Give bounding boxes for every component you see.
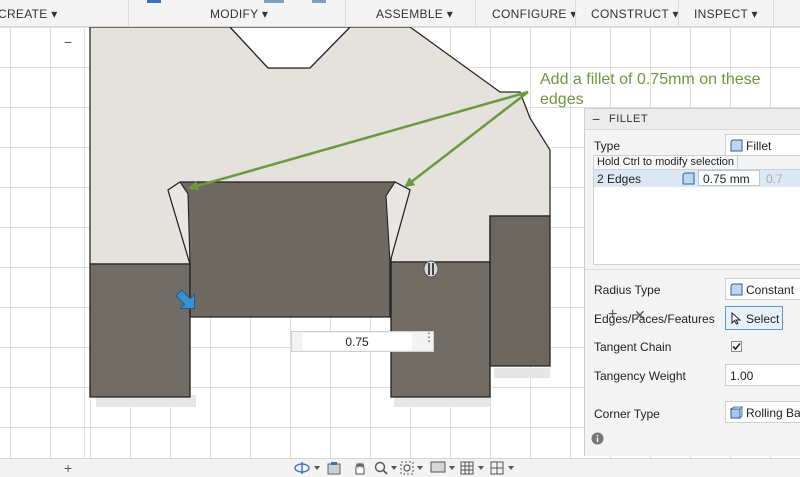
- selection-radius-input[interactable]: [703, 172, 757, 186]
- cursor-arrow-icon: [731, 312, 742, 325]
- pan-hand-icon[interactable]: [352, 461, 370, 475]
- navigation-bar: +: [0, 458, 800, 477]
- fillet-panel-header: − FILLET: [585, 109, 800, 130]
- model-left-block[interactable]: [89, 263, 191, 398]
- annotation-text: Add a fillet of 0.75mm on these edges: [540, 71, 761, 108]
- model-right-block[interactable]: [390, 261, 491, 398]
- toolbar-divider: [475, 0, 476, 26]
- construct-menu[interactable]: CONSTRUCT ▾: [591, 7, 679, 21]
- model-far-right-block[interactable]: [489, 215, 551, 367]
- toolbar-divider: [575, 0, 576, 26]
- selection-secondary-value: 0.7: [766, 172, 783, 186]
- fillet-icon: [730, 139, 743, 152]
- selection-row[interactable]: 2 Edges 0.7: [594, 170, 800, 187]
- tangency-weight-label: Tangency Weight: [594, 369, 686, 383]
- viewports-icon[interactable]: [490, 461, 518, 475]
- tangent-chain-checkbox[interactable]: [731, 341, 742, 352]
- inspect-menu[interactable]: INSPECT ▾: [694, 7, 758, 21]
- type-dropdown[interactable]: Fillet: [725, 134, 800, 156]
- add-browser-item-button[interactable]: +: [64, 460, 72, 476]
- browser-collapse-button[interactable]: −: [64, 34, 72, 50]
- selection-radius-field[interactable]: [698, 170, 760, 186]
- toolbar-divider: [345, 0, 346, 26]
- rolling-ball-icon: [730, 406, 743, 419]
- tangency-weight-input[interactable]: 1.00: [725, 364, 800, 386]
- panel-divider: [585, 269, 800, 270]
- shadow: [494, 368, 550, 378]
- fillet-drag-handle[interactable]: [423, 260, 439, 278]
- create-menu[interactable]: CREATE ▾: [0, 7, 58, 21]
- corner-type-label: Corner Type: [594, 407, 660, 421]
- dimension-more-menu[interactable]: ⋮: [423, 331, 435, 343]
- edges-faces-features-label: Edges/Faces/Features: [594, 312, 715, 326]
- dimension-value-input[interactable]: [302, 333, 412, 350]
- grid-settings-icon[interactable]: [460, 461, 488, 475]
- fillet-radius-icon: [682, 172, 695, 185]
- modify-menu[interactable]: MODIFY ▾: [210, 7, 268, 21]
- toolbar-icon-strip: [147, 0, 161, 3]
- toolbar-divider: [128, 0, 129, 26]
- fillet-collapse-button[interactable]: −: [592, 111, 600, 127]
- assemble-menu[interactable]: ASSEMBLE ▾: [376, 7, 453, 21]
- orbit-icon[interactable]: [294, 461, 324, 475]
- look-at-icon[interactable]: [326, 461, 346, 475]
- fillet-radius-onscreen-input[interactable]: ⋮: [291, 331, 435, 352]
- checkmark-icon: [732, 342, 741, 351]
- toolbar-icon-strip: [312, 0, 326, 3]
- zoom-icon[interactable]: [374, 461, 400, 475]
- tangent-chain-label: Tangent Chain: [594, 340, 672, 354]
- toolbar-divider: [678, 0, 679, 26]
- radius-type-label: Radius Type: [594, 283, 661, 297]
- fillet-panel-title: FILLET: [609, 113, 649, 125]
- model-slot-back-face[interactable]: [167, 181, 411, 318]
- fillet-panel: − FILLET Type Fillet Hold Ctrl to modify…: [584, 108, 800, 456]
- toolbar: CREATE ▾ MODIFY ▾ ASSEMBLE ▾ CONFIGURE ▾…: [0, 0, 800, 27]
- corner-type-dropdown[interactable]: Rolling Ba: [725, 401, 800, 423]
- toolbar-icon-strip: [264, 0, 284, 3]
- info-icon[interactable]: [591, 432, 604, 445]
- type-label: Type: [594, 139, 621, 153]
- select-button[interactable]: Select: [725, 306, 783, 330]
- toolbar-divider: [773, 0, 774, 26]
- selection-edge-count: 2 Edges: [597, 172, 642, 186]
- fit-icon[interactable]: [400, 461, 426, 475]
- selection-list[interactable]: 2 Edges 0.7 + ✕: [593, 169, 800, 323]
- display-settings-icon[interactable]: [430, 461, 458, 475]
- browser-panel-edge: [0, 27, 85, 476]
- configure-menu[interactable]: CONFIGURE ▾: [492, 7, 577, 21]
- constant-radius-icon: [730, 283, 743, 296]
- radius-type-dropdown[interactable]: Constant: [725, 278, 800, 300]
